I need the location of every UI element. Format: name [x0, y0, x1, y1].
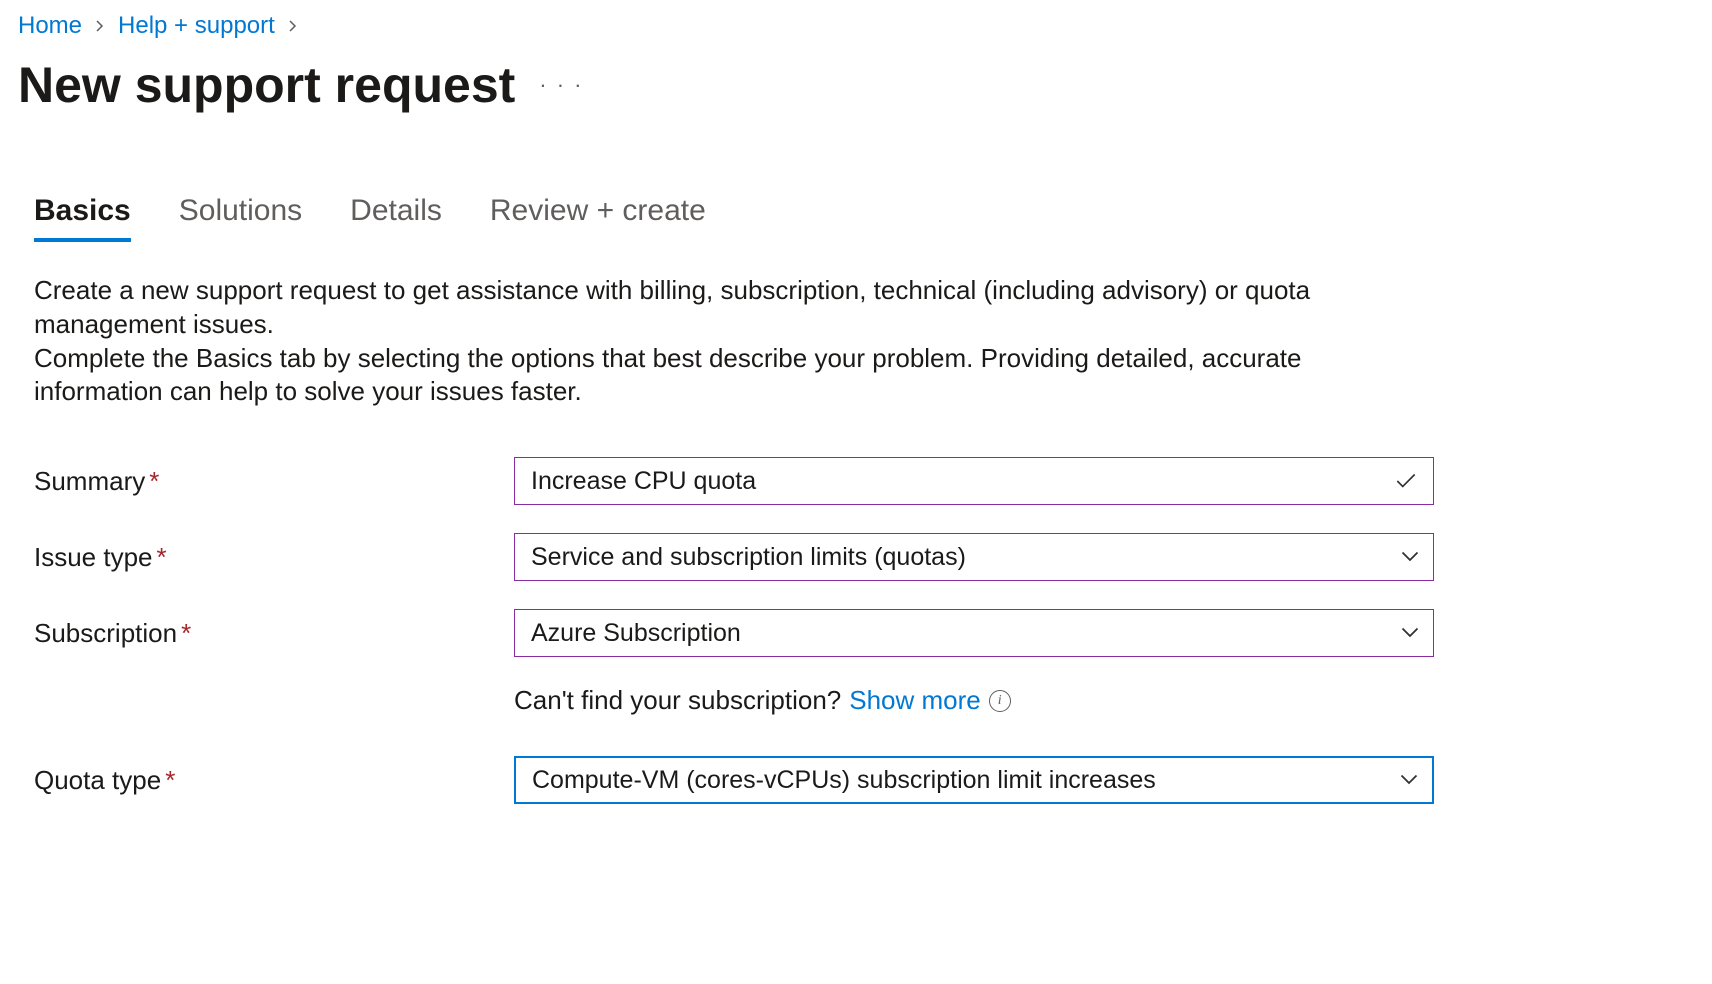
breadcrumb-home[interactable]: Home	[18, 12, 82, 40]
chevron-down-icon	[1401, 548, 1419, 566]
tabs: Basics Solutions Details Review + create	[34, 194, 1694, 242]
chevron-down-icon	[1401, 624, 1419, 642]
subscription-label-text: Subscription	[34, 618, 177, 648]
tab-review-create[interactable]: Review + create	[490, 194, 706, 242]
issue-type-select[interactable]: Service and subscription limits (quotas)	[514, 533, 1434, 581]
form-row-subscription: Subscription* Azure Subscription	[34, 609, 1694, 657]
more-options-icon[interactable]: · · ·	[539, 72, 583, 98]
form-description: Create a new support request to get assi…	[34, 274, 1434, 409]
info-icon[interactable]: i	[989, 690, 1011, 712]
quota-type-value: Compute-VM (cores-vCPUs) subscription li…	[532, 766, 1156, 795]
summary-input[interactable]: Increase CPU quota	[514, 457, 1434, 505]
issue-type-value: Service and subscription limits (quotas)	[531, 543, 966, 572]
issue-type-label-text: Issue type	[34, 542, 153, 572]
description-line-2: Complete the Basics tab by selecting the…	[34, 342, 1434, 410]
subscription-label: Subscription*	[34, 618, 514, 649]
subscription-select[interactable]: Azure Subscription	[514, 609, 1434, 657]
tab-solutions[interactable]: Solutions	[179, 194, 302, 242]
subscription-helper: Can't find your subscription? Show more …	[514, 685, 1694, 716]
issue-type-label: Issue type*	[34, 542, 514, 573]
summary-label: Summary*	[34, 466, 514, 497]
summary-value: Increase CPU quota	[531, 467, 756, 496]
tab-details[interactable]: Details	[350, 194, 442, 242]
quota-type-label: Quota type*	[34, 765, 514, 796]
check-icon	[1393, 468, 1419, 494]
quota-type-select[interactable]: Compute-VM (cores-vCPUs) subscription li…	[514, 756, 1434, 804]
form-row-quota-type: Quota type* Compute-VM (cores-vCPUs) sub…	[34, 756, 1694, 804]
breadcrumb: Home Help + support	[18, 12, 1694, 40]
tab-basics[interactable]: Basics	[34, 194, 131, 242]
breadcrumb-help-support[interactable]: Help + support	[118, 12, 275, 40]
helper-prefix: Can't find your subscription?	[514, 685, 841, 716]
page-title-row: New support request · · ·	[18, 56, 1694, 114]
quota-type-label-text: Quota type	[34, 765, 161, 795]
subscription-value: Azure Subscription	[531, 619, 741, 648]
required-asterisk: *	[149, 466, 159, 496]
show-more-link[interactable]: Show more	[849, 685, 981, 716]
description-line-1: Create a new support request to get assi…	[34, 274, 1434, 342]
chevron-right-icon	[287, 16, 299, 37]
page-title: New support request	[18, 56, 515, 114]
required-asterisk: *	[181, 618, 191, 648]
form-row-issue-type: Issue type* Service and subscription lim…	[34, 533, 1694, 581]
required-asterisk: *	[165, 765, 175, 795]
summary-label-text: Summary	[34, 466, 145, 496]
form-row-summary: Summary* Increase CPU quota	[34, 457, 1694, 505]
chevron-right-icon	[94, 16, 106, 37]
required-asterisk: *	[157, 542, 167, 572]
chevron-down-icon	[1400, 771, 1418, 789]
